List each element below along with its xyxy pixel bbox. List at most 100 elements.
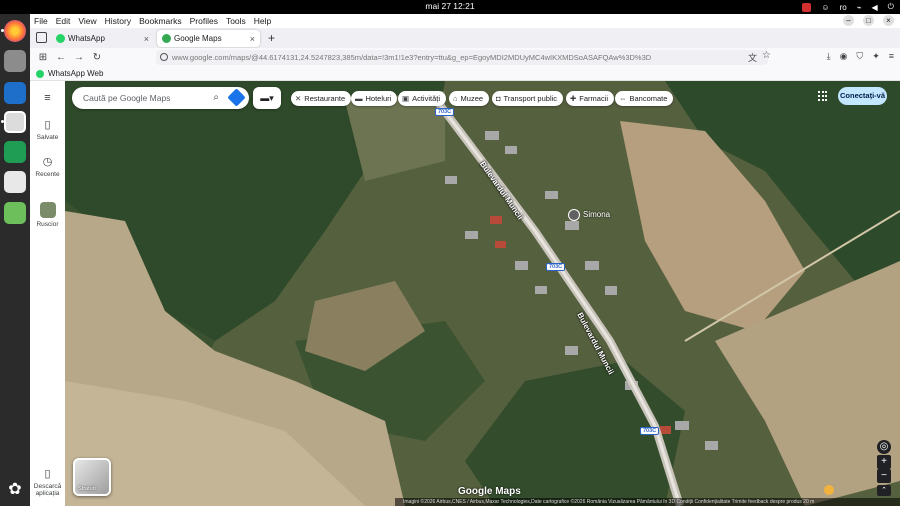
menu-edit[interactable]: Edit [56,16,71,26]
menu-help[interactable]: Help [254,16,271,26]
recent-button[interactable]: ◷ Recente [30,155,65,178]
site-info-icon[interactable] [160,53,168,61]
zoom-out-button[interactable]: − [877,469,891,483]
bookmark-star-icon[interactable]: ☆ [762,50,771,61]
sidebar-toggle-icon[interactable]: ⊞ [38,52,48,63]
forward-icon[interactable]: → [74,52,84,63]
tab-label: Google Maps [174,34,222,43]
maps-side-rail: ≡ ▯ Salvate ◷ Recente Ruscior ▯ Descarcă ap… [30,81,65,506]
reload-icon[interactable]: ↻ [92,52,102,63]
writer-icon[interactable] [4,82,26,104]
back-icon[interactable]: ← [56,52,66,63]
chip-label: Hoteluri [365,94,392,103]
chip-hotels[interactable]: ▬ Hoteluri [351,91,398,106]
map-attribution: Imagini ©2026 Airbus,CNES / Airbus,Maxar… [395,498,900,506]
maps-pin-icon [162,34,171,43]
accessibility-icon[interactable]: ☺ [821,3,829,12]
translate-icon[interactable]: 文 [748,51,757,64]
files-icon[interactable] [4,50,26,72]
chip-restaurants[interactable]: ✕ Restaurante [291,91,352,106]
menu-icon[interactable]: ≡ [889,51,894,62]
utensils-icon: ✕ [295,94,302,103]
bookmark-whatsapp-web[interactable]: WhatsApp Web [48,69,103,78]
expand-controls-icon[interactable]: ⌃ [877,485,891,496]
account-icon[interactable]: ◉ [840,51,848,62]
download-icon[interactable]: ⤓ [827,51,831,62]
layers-button[interactable]: Straturi [73,458,111,496]
keyboard-language[interactable]: ro [840,3,847,12]
layers-toggle-button[interactable]: ▬▾ [253,87,281,109]
place-thumbnail [39,202,56,218]
atm-icon: ⇔ [619,94,627,103]
navigation-bar: ⊞ ← → ↻ www.google.com/maps/@44.6174131,… [30,48,900,67]
menu-bookmarks[interactable]: Bookmarks [139,16,182,26]
layers-label: Straturi [78,486,96,492]
new-tab-button[interactable]: + [268,31,275,45]
my-location-button[interactable]: ◎ [877,440,891,454]
search-box[interactable]: Caută pe Google Maps ⌕ [72,87,249,109]
menu-profiles[interactable]: Profiles [190,16,218,26]
bus-icon: ◘ [496,94,501,103]
chip-pharmacies[interactable]: ✚ Farmacii [566,91,615,106]
directions-icon[interactable] [227,88,246,107]
menu-hamburger-button[interactable]: ≡ [30,92,65,107]
close-window-icon[interactable]: × [883,15,894,26]
volume-icon[interactable]: ◀ [872,3,878,12]
chip-museums[interactable]: ⌂ Muzee [449,91,490,106]
road-number-shield: 703C [546,263,566,271]
tab-bar: WhatsApp × Google Maps × + [30,28,900,48]
calendar-icon[interactable] [4,171,26,193]
record-indicator-icon[interactable] [802,2,812,12]
maximize-icon[interactable]: □ [863,15,874,26]
saved-button[interactable]: ▯ Salvate [30,118,65,141]
menu-file[interactable]: File [34,16,48,26]
google-apps-icon[interactable] [818,91,828,101]
minimize-icon[interactable]: – [843,15,854,26]
system-clock[interactable]: mai 27 12:21 [0,1,900,11]
tab-google-maps[interactable]: Google Maps × [157,30,260,47]
shield-icon[interactable]: ⛉ [856,51,863,62]
running-dot [1,29,4,32]
tab-list-icon[interactable] [36,32,47,43]
pegman-icon[interactable] [824,485,834,495]
running-dot [1,120,4,123]
sign-in-button[interactable]: Conectați-vă [838,87,887,105]
menu-view[interactable]: View [78,16,96,26]
download-app-button[interactable]: ▯ Descarcă aplicația [30,467,65,497]
calc-icon[interactable] [4,141,26,163]
chip-label: Transport public [503,94,558,103]
system-top-bar: mai 27 12:21 ☺ ro ⌁ ◀ ⏻ [0,0,900,14]
trash-icon[interactable] [4,202,26,224]
firefox-icon[interactable] [4,20,26,42]
road-number-shield: 703C [640,427,660,435]
search-app-icon[interactable] [4,111,26,133]
tab-whatsapp[interactable]: WhatsApp × [51,30,154,47]
chip-activities[interactable]: ▣ Activități [398,91,447,106]
extensions-icon[interactable]: ✦ [872,51,880,62]
show-apps-icon[interactable]: ✿ [4,479,26,501]
recent-place-label: Ruscior [36,221,59,228]
url-bar[interactable]: www.google.com/maps/@44.6174131,24.52478… [156,50,768,65]
recent-place-button[interactable]: Ruscior [30,202,65,228]
place-label[interactable]: Simona [583,210,610,219]
bookmark-icon: ▯ [44,119,51,131]
whatsapp-icon [56,34,65,43]
satellite-map[interactable]: Caută pe Google Maps ⌕ ▬▾ ✕ Restaurante ▬… [65,81,900,506]
search-input[interactable]: Caută pe Google Maps [83,93,170,103]
menu-history[interactable]: History [105,16,131,26]
network-icon[interactable]: ⌁ [857,3,862,12]
close-tab-icon[interactable]: × [250,34,255,44]
search-icon[interactable]: ⌕ [213,92,219,103]
zoom-in-button[interactable]: + [877,455,891,469]
menu-tools[interactable]: Tools [226,16,246,26]
hamburger-icon: ≡ [44,92,51,104]
chip-atms[interactable]: ⇔ Bancomate [615,91,674,106]
recent-label: Recente [35,171,60,178]
history-icon: ◷ [42,156,53,168]
power-icon[interactable]: ⏻ [888,2,894,12]
place-pin-icon[interactable] [568,209,580,221]
chip-public-transport[interactable]: ◘ Transport public [492,91,564,106]
chip-label: Bancomate [629,94,668,103]
browser-menu-bar: File Edit View History Bookmarks Profile… [30,14,900,28]
close-tab-icon[interactable]: × [144,34,149,44]
